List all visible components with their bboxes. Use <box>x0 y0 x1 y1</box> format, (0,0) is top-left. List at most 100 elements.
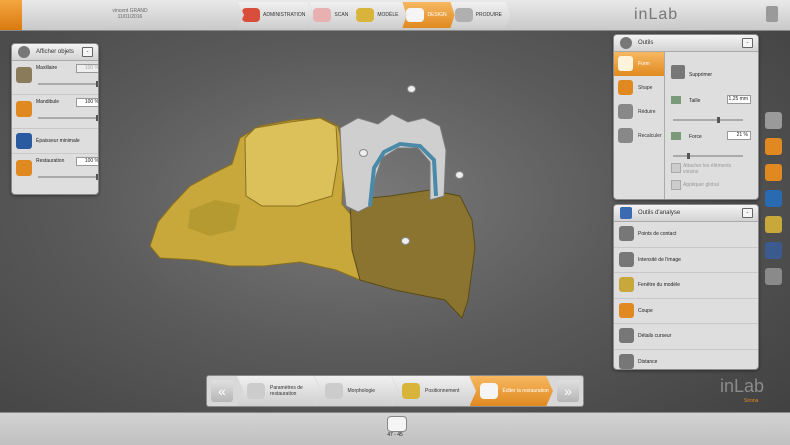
sirona-logo: Sirona <box>744 398 759 404</box>
light-icon[interactable] <box>765 242 782 259</box>
cut-icon <box>619 302 634 318</box>
minimize-icon[interactable]: - <box>82 47 93 57</box>
exit-icon[interactable] <box>766 6 778 22</box>
tab-form[interactable]: Form <box>614 52 664 76</box>
analysis-item-contact-points[interactable]: Points de contact <box>614 222 758 248</box>
size-slider-thumb[interactable] <box>717 117 720 123</box>
phase-design[interactable]: DESIGN <box>402 2 455 28</box>
design-icon <box>406 8 425 22</box>
analysis-icon <box>620 207 632 219</box>
force-icon <box>671 132 681 140</box>
opacity-slider[interactable] <box>38 81 98 87</box>
tools-panel: Outils - Form Shape Réduire Recalculer S… <box>613 34 759 200</box>
phase-tabs: ADMINISTRATION SCAN MODÈLE DESIGN PRODUI… <box>238 2 511 28</box>
workflow-step-edit-restoration[interactable]: Éditer la restauration <box>469 376 553 406</box>
brand-logo: inLab <box>634 6 679 23</box>
distance-icon <box>619 353 634 369</box>
analysis-item-distance[interactable]: Distance <box>614 350 758 370</box>
restoration-icon[interactable] <box>16 160 32 176</box>
object-opacity-field[interactable]: 100 % <box>76 64 98 73</box>
object-label: Épaisseur minimale <box>36 138 80 144</box>
contact-points-icon <box>619 226 634 241</box>
scan-icon <box>313 8 332 22</box>
object-opacity-field[interactable]: 100 % <box>76 98 98 107</box>
top-bar: vincent GRAND 11/01/2016 ADMINISTRATION … <box>0 0 790 31</box>
phase-produce[interactable]: PRODUIRE <box>450 2 511 28</box>
delete-label: Supprimer <box>689 72 713 78</box>
display-objects-panel: Afficher objets - Maxillaire 100 % Mandi… <box>11 43 99 195</box>
size-slider[interactable] <box>673 117 743 123</box>
object-label: Maxillaire <box>36 65 58 71</box>
panel-header: Afficher objets - <box>12 44 98 61</box>
workflow-step-positioning[interactable]: Positionnement <box>392 376 476 406</box>
attach-label: Attacher les éléments voisins <box>683 163 732 175</box>
tooth-icon[interactable] <box>387 416 407 432</box>
opacity-slider[interactable] <box>38 115 98 121</box>
screenshot-icon[interactable] <box>765 190 782 207</box>
workflow-bar: « Paramètres de restauration Morphologie… <box>206 375 584 407</box>
produce-icon <box>454 8 473 22</box>
minimize-icon[interactable]: - <box>742 208 753 218</box>
panel-title: Outils <box>638 40 654 46</box>
forward-button[interactable]: » <box>557 380 579 402</box>
object-row: Maxillaire 100 % <box>12 61 98 95</box>
drag-handle[interactable] <box>352 149 374 157</box>
mandible-icon[interactable] <box>16 101 32 117</box>
force-slider[interactable] <box>673 153 743 159</box>
drag-handle[interactable] <box>394 237 416 245</box>
tool-tabs: Form Shape Réduire Recalculer <box>614 52 665 199</box>
size-field[interactable]: 1,25 mm <box>727 95 751 104</box>
panel-header: Outils d'analyse - <box>614 205 758 222</box>
phase-scan[interactable]: SCAN <box>309 2 357 28</box>
display-objects-icon <box>18 46 30 58</box>
tools-icon <box>620 37 632 49</box>
phase-model[interactable]: MODÈLE <box>352 2 407 28</box>
back-button[interactable]: « <box>211 380 233 402</box>
drag-handle[interactable] <box>400 85 422 93</box>
minimize-icon[interactable]: - <box>742 38 753 48</box>
settings-icon[interactable] <box>765 216 782 233</box>
view-cube-icon[interactable] <box>765 112 782 129</box>
min-thickness-icon[interactable] <box>16 133 32 149</box>
object-row: Épaisseur minimale <box>12 129 98 154</box>
session-date: 11/01/2016 <box>117 14 143 20</box>
view-tools-icon[interactable] <box>765 164 782 181</box>
tab-recalculate[interactable]: Recalculer <box>614 124 664 148</box>
delete-icon[interactable] <box>671 65 685 79</box>
tool-options: Supprimer Taille 1,25 mm Force 21 % Atta… <box>665 52 758 199</box>
tooth-number: 47 - 45 <box>387 432 403 438</box>
watermark-logo: inLab <box>720 376 765 396</box>
apply-global-checkbox[interactable] <box>671 180 681 190</box>
analysis-item-cut[interactable]: Coupe <box>614 299 758 324</box>
phase-administration[interactable]: ADMINISTRATION <box>238 2 314 28</box>
panel-title: Outils d'analyse <box>638 210 681 216</box>
administration-icon <box>242 8 260 22</box>
size-icon <box>671 96 681 104</box>
drag-handle[interactable] <box>448 171 470 179</box>
attach-checkbox[interactable] <box>671 163 681 173</box>
sirona-menu-button[interactable] <box>0 0 22 30</box>
opacity-slider[interactable] <box>38 174 98 180</box>
shape-icon <box>618 80 633 95</box>
analysis-item-model-window[interactable]: Fenêtre du modèle <box>614 273 758 299</box>
view-occlusal-icon[interactable] <box>765 138 782 155</box>
workflow-step-parameters[interactable]: Paramètres de restauration <box>237 376 321 406</box>
maxillary-icon[interactable] <box>16 67 32 83</box>
layers-icon[interactable] <box>765 268 782 285</box>
force-label: Force <box>689 134 702 140</box>
panel-header: Outils - <box>614 35 758 52</box>
tab-shape[interactable]: Shape <box>614 76 664 100</box>
cursor-details-icon <box>619 328 634 343</box>
object-label: Mandibule <box>36 99 60 105</box>
size-label: Taille <box>689 98 701 104</box>
analysis-item-image-intensity[interactable]: Intensité de l'image <box>614 248 758 273</box>
tab-reduce[interactable]: Réduire <box>614 100 664 124</box>
workflow-step-morphology[interactable]: Morphologie <box>314 376 398 406</box>
force-field[interactable]: 21 % <box>727 131 751 140</box>
morphology-icon <box>324 383 343 399</box>
force-slider-thumb[interactable] <box>687 153 690 159</box>
object-opacity-field[interactable]: 100 % <box>76 157 98 166</box>
object-label: Restauration <box>36 158 65 164</box>
analysis-tools-panel: Outils d'analyse - Points de contact Int… <box>613 204 759 370</box>
analysis-item-cursor-details[interactable]: Détails curseur <box>614 324 758 350</box>
